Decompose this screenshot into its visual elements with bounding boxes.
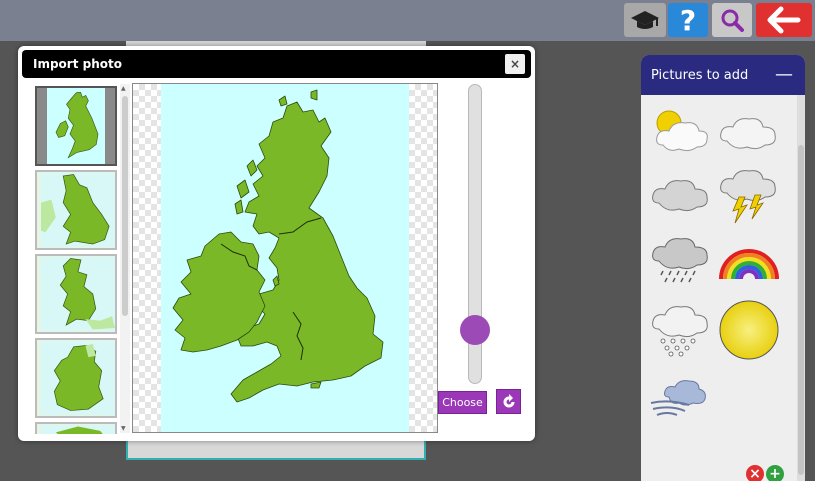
zoom-slider-handle[interactable] bbox=[460, 315, 490, 345]
scroll-up-icon[interactable]: ▲ bbox=[121, 85, 126, 92]
back-arrow-icon bbox=[767, 6, 801, 34]
pictures-panel: Pictures to add — × + bbox=[641, 55, 805, 481]
top-toolbar: ? bbox=[0, 0, 815, 41]
pictures-panel-actions: × + bbox=[746, 465, 784, 481]
sun-behind-cloud-icon[interactable] bbox=[649, 107, 713, 155]
search-button[interactable] bbox=[712, 3, 752, 37]
cloud-icon[interactable] bbox=[717, 111, 781, 153]
back-button[interactable] bbox=[756, 3, 812, 37]
import-photo-dialog: Import photo × ▲ ▼ Choose bbox=[18, 46, 535, 441]
rainbow-icon[interactable] bbox=[717, 243, 781, 283]
photo-preview[interactable] bbox=[132, 83, 438, 433]
thumbnail-list bbox=[35, 86, 119, 434]
graduation-cap-button[interactable] bbox=[624, 3, 666, 37]
british-isles-map bbox=[172, 89, 384, 403]
grey-cloud-icon[interactable] bbox=[649, 173, 713, 215]
sun-icon[interactable] bbox=[717, 299, 781, 361]
dialog-title-bar: Import photo × bbox=[22, 50, 531, 78]
thunderstorm-icon[interactable] bbox=[717, 165, 781, 225]
thumbnail-scrollbar[interactable]: ▲ ▼ bbox=[120, 84, 130, 433]
add-icon[interactable]: + bbox=[766, 465, 784, 481]
minimize-icon[interactable]: — bbox=[775, 66, 793, 84]
pictures-panel-header: Pictures to add — bbox=[641, 55, 805, 95]
thumbnail-scrollbar-thumb[interactable] bbox=[122, 96, 128, 316]
rain-cloud-icon[interactable] bbox=[649, 233, 713, 287]
rotate-icon bbox=[503, 393, 514, 407]
pictures-panel-title: Pictures to add bbox=[651, 67, 749, 83]
thumbnail-5[interactable] bbox=[35, 422, 117, 434]
windy-cloud-icon[interactable] bbox=[649, 373, 713, 419]
search-icon bbox=[721, 9, 744, 32]
help-icon: ? bbox=[679, 3, 697, 37]
choose-button[interactable]: Choose bbox=[438, 391, 487, 414]
thumbnail-3[interactable] bbox=[35, 254, 117, 334]
thumbnail-4[interactable] bbox=[35, 338, 117, 418]
scroll-down-icon[interactable]: ▼ bbox=[121, 425, 126, 432]
rotate-button[interactable] bbox=[496, 389, 521, 414]
dialog-title: Import photo bbox=[33, 57, 122, 71]
delete-icon[interactable]: × bbox=[746, 465, 764, 481]
close-icon[interactable]: × bbox=[505, 54, 525, 74]
help-button[interactable]: ? bbox=[668, 3, 708, 37]
graduation-cap-icon bbox=[631, 11, 659, 29]
preview-image bbox=[161, 84, 409, 432]
thumbnail-1[interactable] bbox=[35, 86, 117, 166]
snow-cloud-icon[interactable] bbox=[649, 301, 713, 359]
thumbnail-2[interactable] bbox=[35, 170, 117, 250]
pictures-panel-scrollbar[interactable] bbox=[797, 95, 805, 481]
